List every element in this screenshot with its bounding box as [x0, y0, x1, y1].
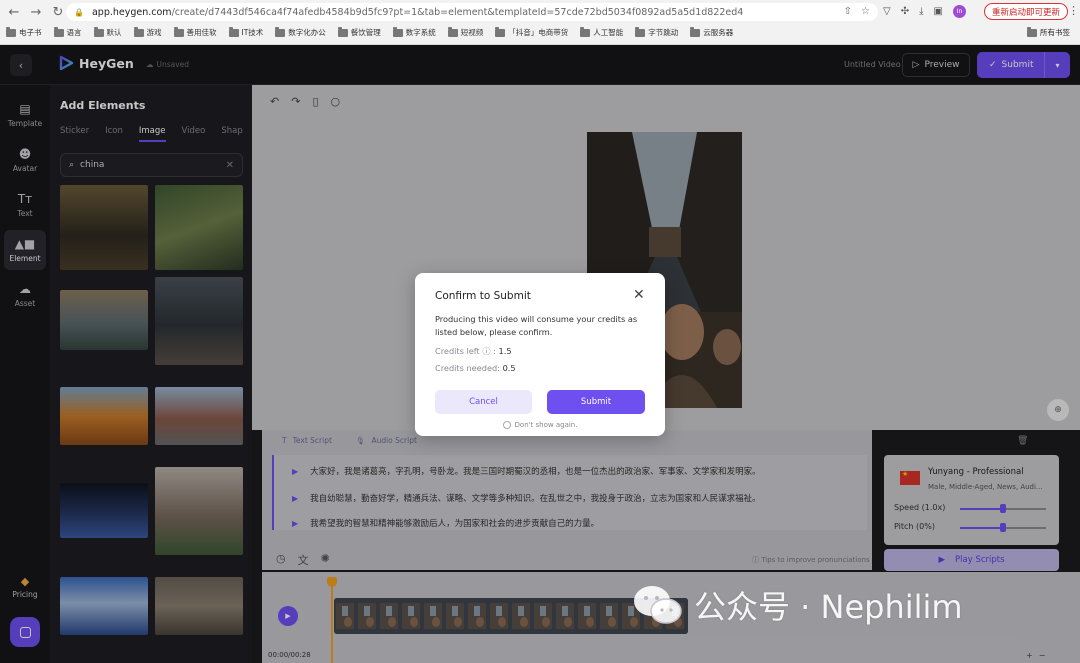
lock-icon: 🔒	[74, 7, 84, 17]
browser-nav: ← → ↻	[6, 4, 66, 20]
bookmark-label: 数字化办公	[288, 28, 326, 37]
reload-icon[interactable]: ↻	[50, 4, 66, 20]
confirm-submit-dialog: Confirm to Submit ✕ Producing this video…	[415, 273, 665, 436]
bookmark-item[interactable]: 数字系统	[392, 26, 436, 38]
folder-icon	[392, 26, 403, 37]
folder-icon	[447, 26, 458, 37]
all-bookmarks-label: 所有书签	[1040, 28, 1070, 37]
bookmark-item[interactable]: 数字化办公	[275, 26, 326, 38]
folder-icon	[1027, 26, 1037, 37]
confirm-submit-button[interactable]: Submit	[547, 390, 645, 414]
bookmark-item[interactable]: 字节跳动	[635, 26, 679, 38]
dialog-message: Producing this video will consume your c…	[435, 314, 638, 337]
folder-icon	[93, 26, 104, 37]
bookmark-label: 「抖音」电商带货	[508, 28, 569, 37]
cancel-button[interactable]: Cancel	[435, 390, 532, 414]
close-icon[interactable]: ✕	[633, 287, 645, 303]
folder-icon	[690, 26, 701, 37]
credits-left-label: Credits left	[435, 346, 480, 356]
info-icon[interactable]: ⓘ	[482, 346, 490, 356]
radio-icon	[502, 421, 511, 429]
forward-arrow-icon[interactable]: →	[28, 4, 44, 20]
folder-icon	[275, 26, 286, 37]
bookmark-label: 语言	[66, 28, 82, 37]
bookmark-label: 短视频	[460, 28, 484, 37]
bookmark-label: 云服务器	[703, 28, 734, 37]
bookmark-label: 默认	[106, 28, 122, 37]
credits-needed-row: Credits needed: 0.5	[435, 363, 516, 373]
bookmark-item[interactable]: 电子书	[6, 26, 42, 38]
dont-show-label: Don't show again.	[514, 421, 578, 429]
extension-v-icon[interactable]: ▽	[883, 6, 891, 17]
url-text: app.heygen.com/create/d7443df546ca4f74af…	[92, 7, 743, 18]
sidepanel-icon[interactable]: ▣	[934, 6, 943, 17]
bookmark-label: 善用佳软	[186, 28, 217, 37]
star-icon[interactable]: ☆	[861, 6, 870, 17]
bookmark-item[interactable]: 默认	[93, 26, 122, 38]
bookmark-item[interactable]: IT技术	[228, 26, 264, 38]
bookmark-item[interactable]: 语言	[53, 26, 82, 38]
wechat-logo-icon	[634, 586, 682, 624]
share-icon[interactable]: ⇧	[844, 6, 852, 17]
folder-icon	[337, 26, 348, 37]
bookmark-item[interactable]: 餐饮管理	[337, 26, 381, 38]
bookmark-item[interactable]: 人工智能	[580, 26, 624, 38]
profile-avatar[interactable]: In	[952, 5, 966, 18]
download-icon[interactable]: ⤓	[919, 6, 923, 17]
bookmark-item[interactable]: 「抖音」电商带货	[495, 26, 569, 38]
folder-icon	[133, 26, 144, 37]
dialog-title: Confirm to Submit	[435, 290, 531, 302]
folder-icon	[173, 26, 184, 37]
folder-icon	[228, 26, 239, 37]
bookmark-label: 人工智能	[593, 28, 624, 37]
url-host: app.heygen.com	[91, 6, 172, 18]
bookmark-label: 游戏	[146, 28, 162, 37]
extensions: ▽ ✣ ⤓ ▣ In	[883, 5, 966, 18]
bookmark-item[interactable]: 善用佳软	[173, 26, 217, 38]
folder-icon	[580, 26, 591, 37]
bookmark-label: 数字系统	[405, 28, 436, 37]
folder-icon	[53, 26, 64, 37]
url-path: /create/d7443df546ca4f74afedb4584b9d5fc9…	[171, 6, 744, 18]
bookmark-label: 餐饮管理	[350, 28, 381, 37]
credits-left-row: Credits left ⓘ : 1.5	[435, 346, 512, 356]
all-bookmarks[interactable]: 所有书签	[1027, 26, 1070, 38]
folder-icon	[6, 26, 16, 37]
bookmark-label: 字节跳动	[648, 28, 679, 37]
folder-icon	[495, 26, 506, 37]
menu-dots-icon[interactable]: ⋮	[1068, 4, 1079, 17]
omnibox-actions: ⇧ ☆	[844, 6, 870, 17]
puzzle-icon[interactable]: ✣	[901, 6, 909, 17]
bookmark-item[interactable]: 游戏	[133, 26, 162, 38]
bookmark-label: 电子书	[19, 28, 42, 37]
restart-update-button[interactable]: 重新启动即可更新	[984, 3, 1069, 20]
credits-needed-value: 0.5	[502, 363, 516, 373]
credits-left-value: 1.5	[498, 346, 512, 356]
dont-show-again-checkbox[interactable]: Don't show again.	[415, 421, 665, 429]
watermark-text: 公众号 · Nephilim	[694, 588, 963, 626]
watermark: 公众号 · Nephilim	[632, 582, 963, 628]
back-arrow-icon[interactable]: ←	[6, 4, 22, 20]
browser-chrome: ← → ↻ 🔒 app.heygen.com/create/d7443df546…	[0, 0, 1080, 45]
bookmarks-bar: 电子书 语言 默认 游戏 善用佳软 IT技术 数字化办公 餐饮管理 数字系统 短…	[6, 26, 734, 38]
address-bar[interactable]: 🔒 app.heygen.com/create/d7443df546ca4f74…	[66, 3, 878, 21]
bookmark-item[interactable]: 短视频	[447, 26, 484, 38]
bookmark-label: IT技术	[241, 28, 264, 37]
credits-needed-label: Credits needed:	[435, 363, 500, 373]
folder-icon	[635, 26, 646, 37]
bookmark-item[interactable]: 云服务器	[690, 26, 734, 38]
